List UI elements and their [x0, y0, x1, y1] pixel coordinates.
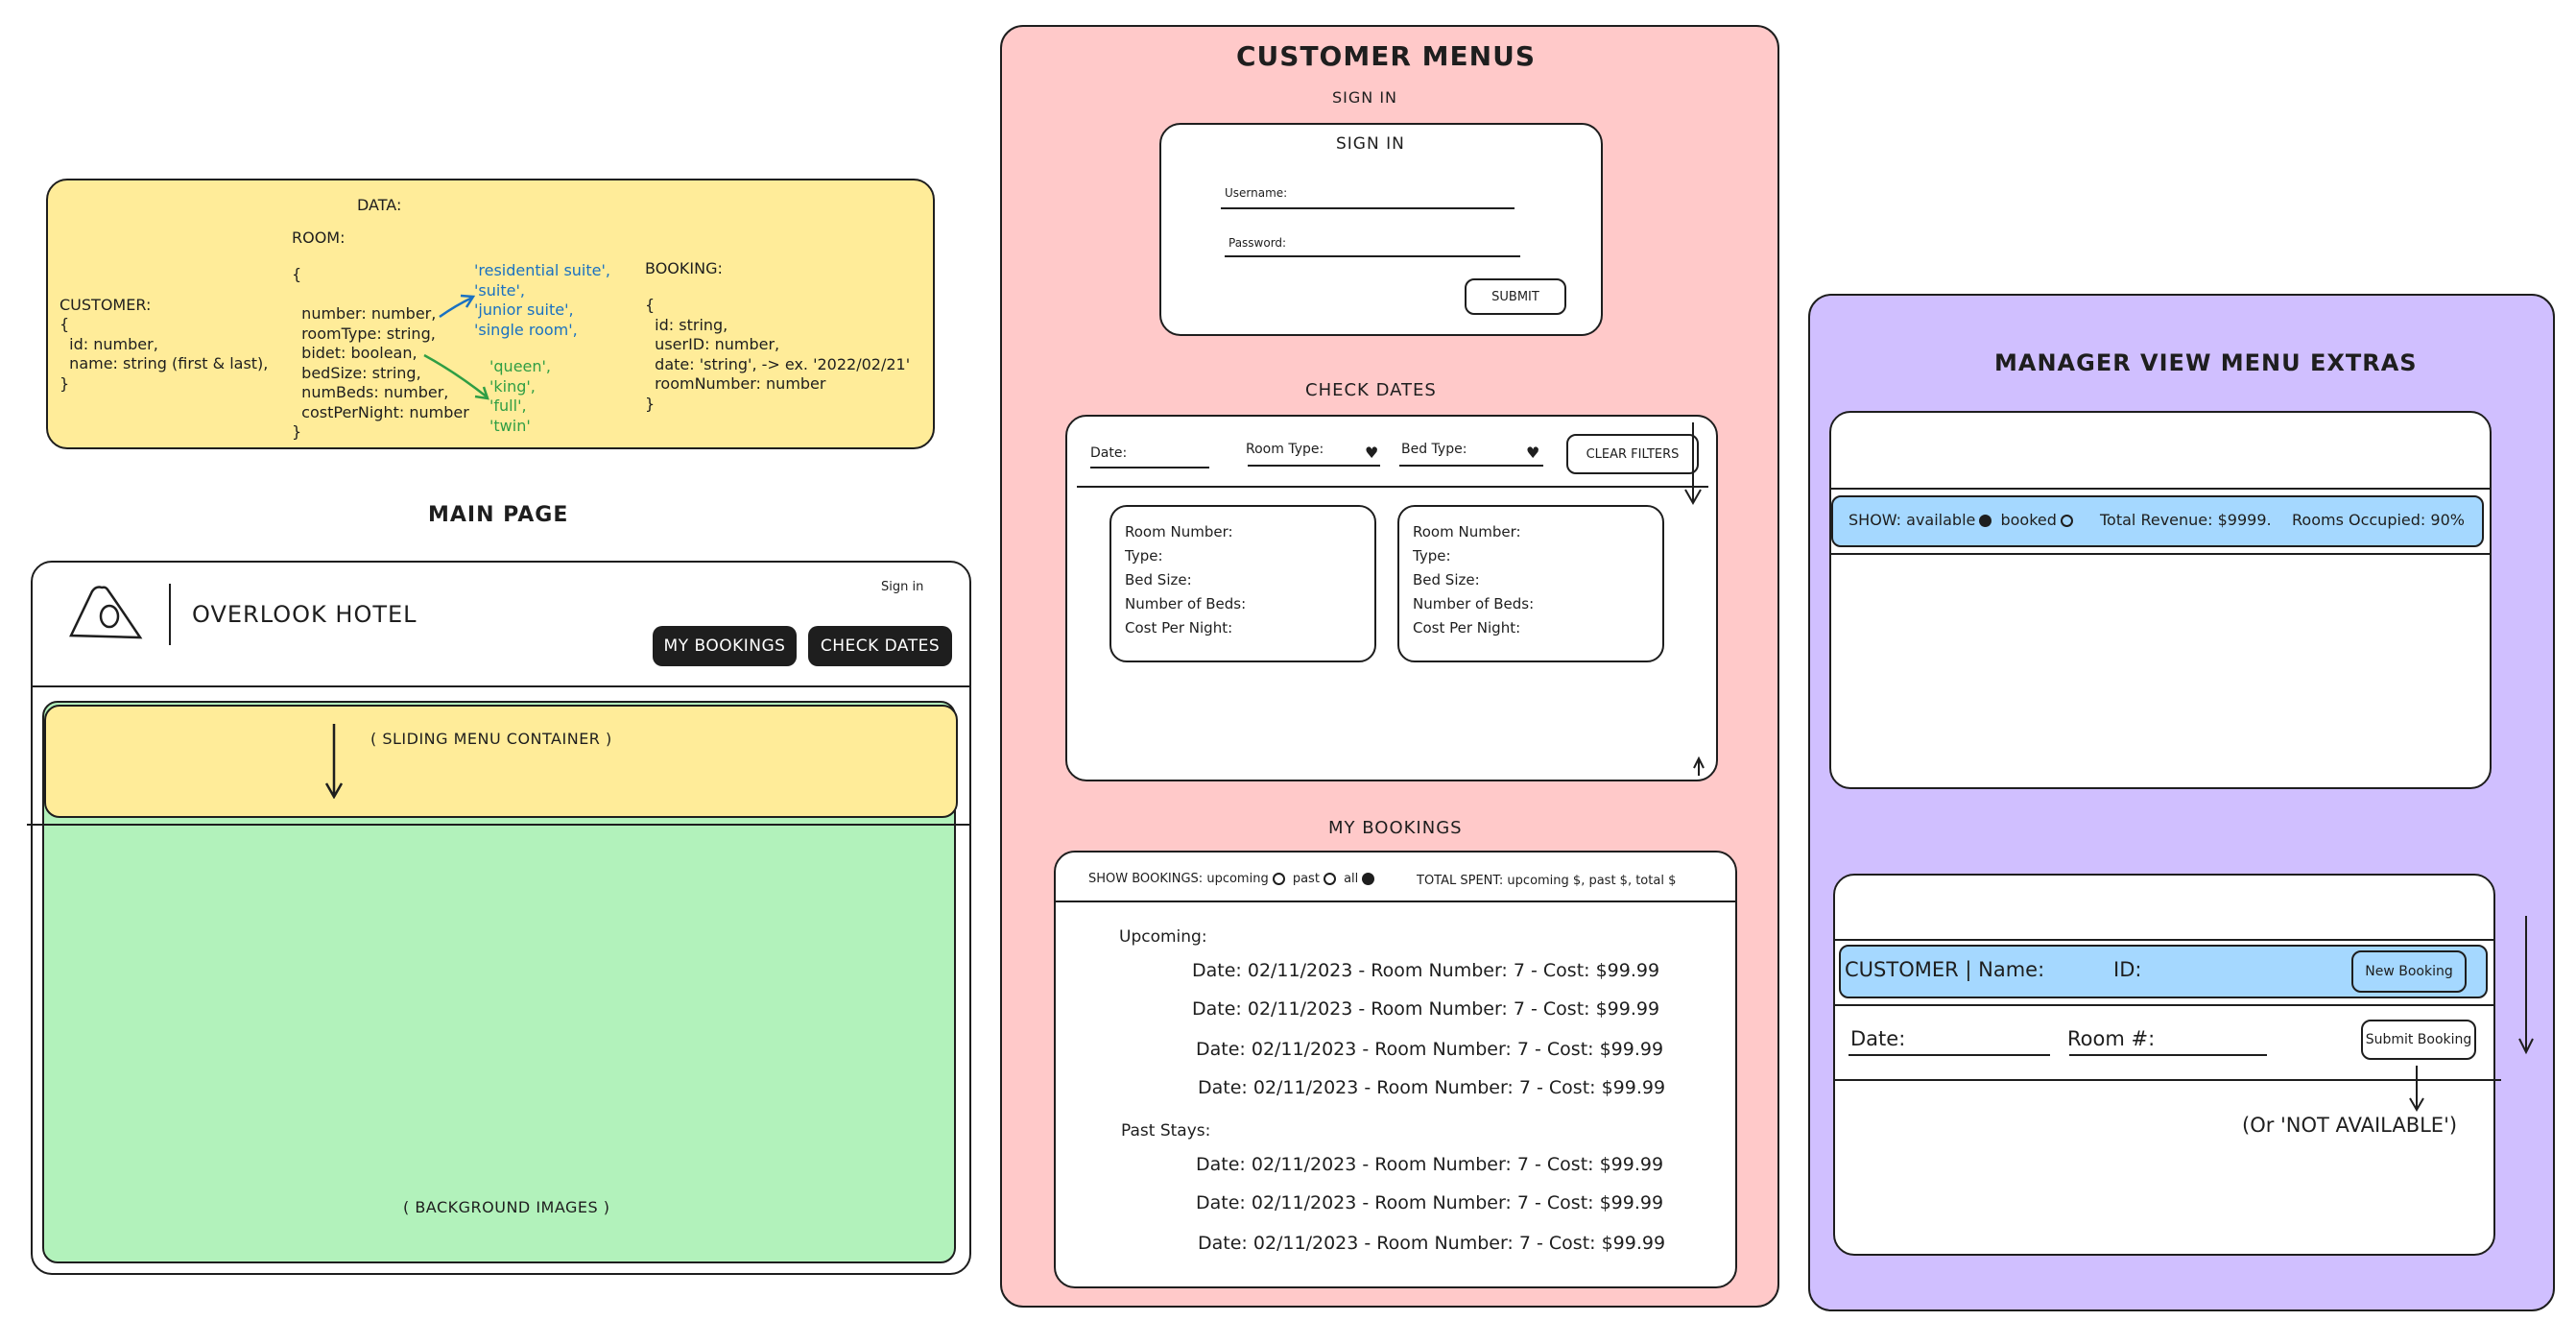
manager-title: MANAGER VIEW MENU EXTRAS: [1994, 349, 2418, 376]
my-bookings-button[interactable]: MY BOOKINGS: [653, 626, 797, 666]
room-type-filter-select[interactable]: [1248, 451, 1380, 467]
date-filter-input[interactable]: [1090, 453, 1209, 468]
booking-form-rule: [1833, 1079, 2501, 1081]
sign-in-submit-button[interactable]: SUBMIT: [1465, 278, 1566, 315]
num-beds-field: Number of Beds:: [1125, 595, 1247, 612]
customer-menus-title: CUSTOMER MENUS: [1236, 40, 1536, 72]
slide-down-arrow-icon: [324, 724, 344, 799]
sliding-menu-label: ( SLIDING MENU CONTAINER ): [370, 730, 612, 748]
hotel-logo-icon: [69, 586, 143, 639]
customer-name-label: CUSTOMER | Name:: [1845, 958, 2045, 981]
availability-filter: SHOW: available booked: [1849, 511, 2077, 529]
room-number-field: Room Number:: [1413, 523, 1521, 540]
submit-result-arrow-icon: [2409, 1066, 2424, 1112]
manager-scroll-arrow-icon: [2518, 916, 2534, 1055]
sliding-menu-container: [44, 705, 958, 818]
background-images-label: ( BACKGROUND IMAGES ): [403, 1198, 610, 1216]
scroll-arrows-icon[interactable]: [1680, 419, 1708, 783]
upcoming-heading: Upcoming:: [1119, 927, 1207, 947]
bookings-rule: [1056, 901, 1735, 902]
sign-in-link[interactable]: Sign in: [881, 580, 923, 594]
booking-date-input[interactable]: [1849, 1039, 2050, 1056]
new-booking-button[interactable]: New Booking: [2351, 950, 2467, 993]
menu-bottom-rule: [27, 824, 971, 826]
manager-rooms-panel: [1829, 411, 2492, 789]
booking-row: Date: 02/11/2023 - Room Number: 7 - Cost…: [1196, 1039, 1664, 1060]
upcoming-option-label: upcoming: [1206, 872, 1269, 886]
room-number-input[interactable]: [2069, 1039, 2267, 1056]
available-option-label: available: [1906, 511, 1976, 529]
rooms-occupied: Rooms Occupied: 90%: [2292, 511, 2465, 529]
room-type-field: Type:: [1125, 547, 1163, 564]
password-input[interactable]: [1225, 244, 1520, 257]
booking-row: Date: 02/11/2023 - Room Number: 7 - Cost…: [1198, 1233, 1666, 1254]
total-spent: TOTAL SPENT: upcoming $, past $, total $: [1417, 874, 1677, 888]
cost-field: Cost Per Night:: [1125, 619, 1233, 636]
room-card[interactable]: Room Number: Type: Bed Size: Number of B…: [1397, 505, 1664, 662]
available-radio[interactable]: [1979, 515, 1992, 527]
num-beds-field: Number of Beds:: [1413, 595, 1535, 612]
booking-row: Date: 02/11/2023 - Room Number: 7 - Cost…: [1192, 960, 1660, 981]
booking-row: Date: 02/11/2023 - Room Number: 7 - Cost…: [1196, 1192, 1664, 1213]
main-page-label: MAIN PAGE: [428, 503, 569, 527]
past-option-label: past: [1292, 872, 1320, 886]
booking-row: Date: 02/11/2023 - Room Number: 7 - Cost…: [1198, 1077, 1666, 1098]
hotel-name: OVERLOOK HOTEL: [192, 601, 417, 628]
filter-rule: [1077, 486, 1708, 488]
booked-option-label: booked: [2000, 511, 2057, 529]
bed-size-field: Bed Size:: [1413, 571, 1480, 588]
room-number-field: Room Number:: [1125, 523, 1233, 540]
customer-id-label: ID:: [2113, 958, 2142, 981]
my-bookings-panel: [1054, 851, 1737, 1288]
booked-radio[interactable]: [2060, 515, 2073, 527]
sign-in-form-title: SIGN IN: [1336, 134, 1405, 154]
cost-field: Cost Per Night:: [1413, 619, 1521, 636]
manager-rule-top: [1831, 488, 2490, 490]
header-divider: [169, 584, 171, 645]
show-bookings-label: SHOW BOOKINGS:: [1088, 872, 1204, 886]
room-type-field: Type:: [1413, 547, 1451, 564]
bed-type-filter-select[interactable]: [1399, 451, 1543, 467]
username-input[interactable]: [1221, 196, 1515, 209]
booking-row: Date: 02/11/2023 - Room Number: 7 - Cost…: [1192, 998, 1660, 1020]
customer-rule-bottom: [1835, 1004, 2493, 1006]
all-radio[interactable]: [1362, 873, 1375, 885]
all-option-label: all: [1344, 872, 1359, 886]
sign-in-section-label: SIGN IN: [1332, 88, 1398, 107]
total-revenue: Total Revenue: $9999.: [2100, 511, 2272, 529]
manager-rule-bottom: [1831, 553, 2490, 555]
past-radio[interactable]: [1323, 873, 1336, 885]
check-dates-button[interactable]: CHECK DATES: [808, 626, 952, 666]
booking-row: Date: 02/11/2023 - Room Number: 7 - Cost…: [1196, 1154, 1664, 1175]
check-dates-section-label: CHECK DATES: [1305, 380, 1437, 400]
upcoming-radio[interactable]: [1272, 873, 1285, 885]
past-stays-heading: Past Stays:: [1121, 1121, 1211, 1141]
my-bookings-section-label: MY BOOKINGS: [1328, 818, 1463, 838]
not-available-note: (Or 'NOT AVAILABLE'): [2242, 1114, 2458, 1137]
manager-booking-panel: [1833, 874, 2495, 1256]
show-bookings-filter: SHOW BOOKINGS: upcoming past all: [1088, 872, 1378, 886]
submit-booking-button[interactable]: Submit Booking: [2361, 1020, 2476, 1060]
header-rule: [31, 685, 971, 687]
customer-rule-top: [1835, 939, 2493, 941]
room-card[interactable]: Room Number: Type: Bed Size: Number of B…: [1109, 505, 1376, 662]
bed-size-field: Bed Size:: [1125, 571, 1192, 588]
show-label: SHOW:: [1849, 511, 1902, 529]
